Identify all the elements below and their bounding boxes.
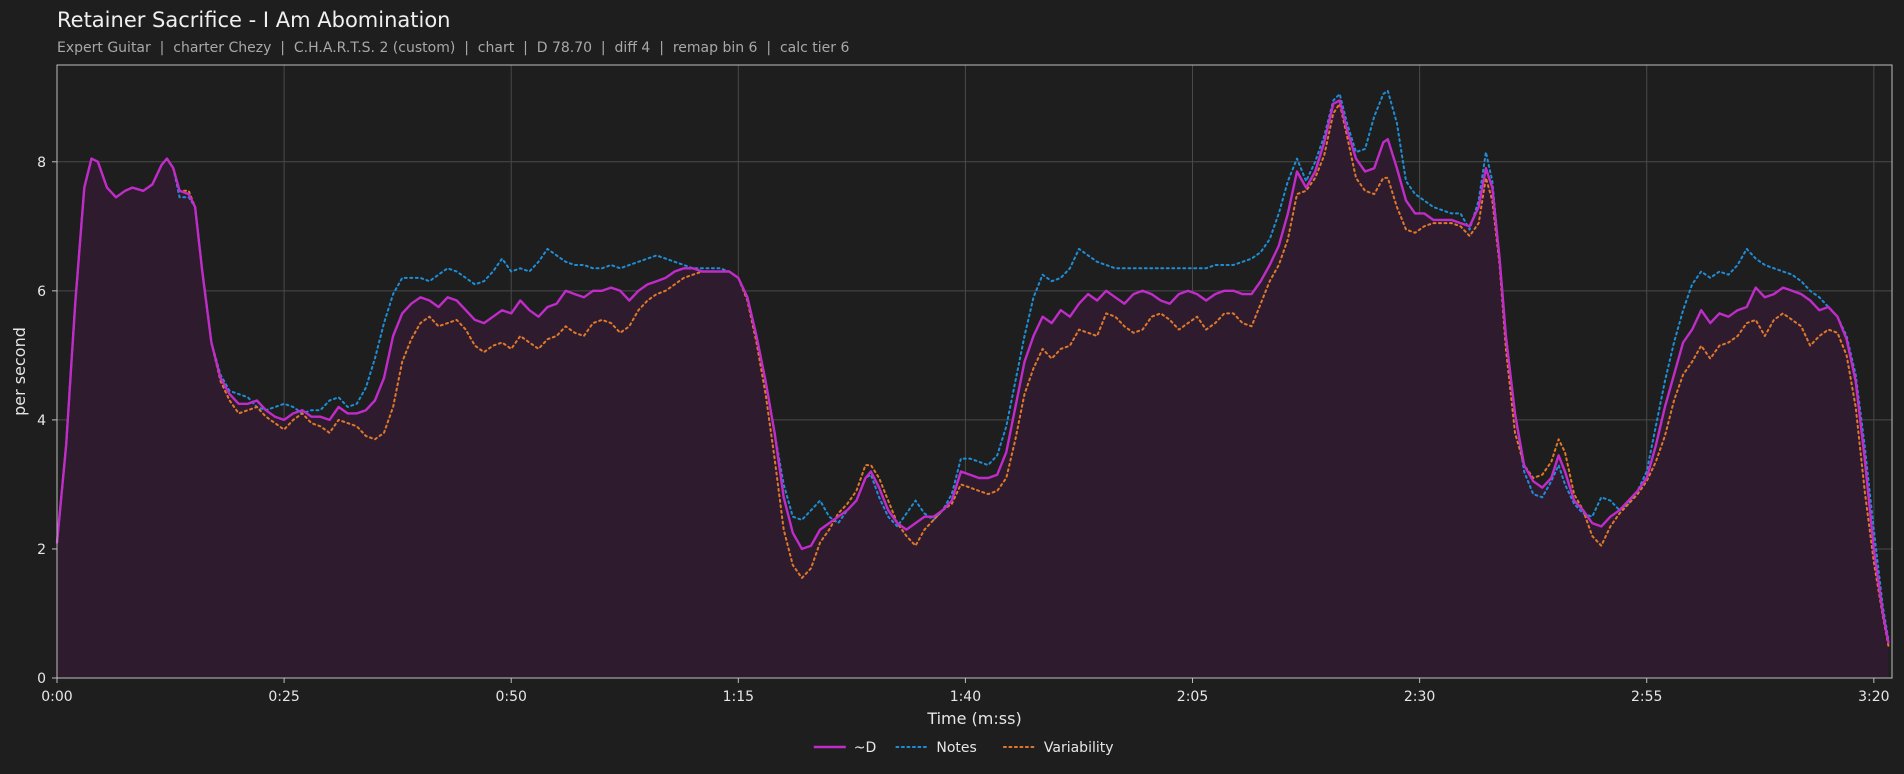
y-tick-label: 0: [37, 671, 46, 687]
series-area-fill: [57, 100, 1889, 678]
legend-label: Variability: [1044, 740, 1114, 756]
x-tick-label: 0:25: [268, 689, 299, 705]
x-axis-ticks: 0:00 0:25 0:50 1:15 1:40 2:05 2:30 2:55 3:20: [41, 678, 1890, 705]
area-fill-layer: [57, 100, 1889, 678]
x-tick-label: 0:00: [41, 689, 72, 705]
x-tick-label: 2:55: [1631, 689, 1662, 705]
x-axis-label: Time (m:ss): [926, 709, 1021, 728]
x-tick-label: 0:50: [495, 689, 526, 705]
y-axis-ticks: 0 2 4 6 8: [37, 155, 57, 687]
y-tick-label: 4: [37, 413, 46, 429]
x-tick-label: 3:20: [1858, 689, 1889, 705]
y-tick-label: 2: [37, 542, 46, 558]
x-tick-label: 1:40: [950, 689, 981, 705]
y-tick-label: 6: [37, 284, 46, 300]
x-tick-label: 2:30: [1404, 689, 1435, 705]
chart-plot: 0:00 0:25 0:50 1:15 1:40 2:05 2:30 2:55 3:20 0 2 4…: [10, 64, 1893, 756]
y-tick-label: 8: [37, 155, 46, 171]
legend: ~D Notes Variability: [813, 740, 1114, 756]
x-tick-label: 1:15: [723, 689, 754, 705]
legend-label: Notes: [936, 740, 976, 756]
x-tick-label: 2:05: [1177, 689, 1208, 705]
legend-label: ~D: [854, 740, 877, 756]
y-axis-label: per second: [10, 327, 29, 416]
